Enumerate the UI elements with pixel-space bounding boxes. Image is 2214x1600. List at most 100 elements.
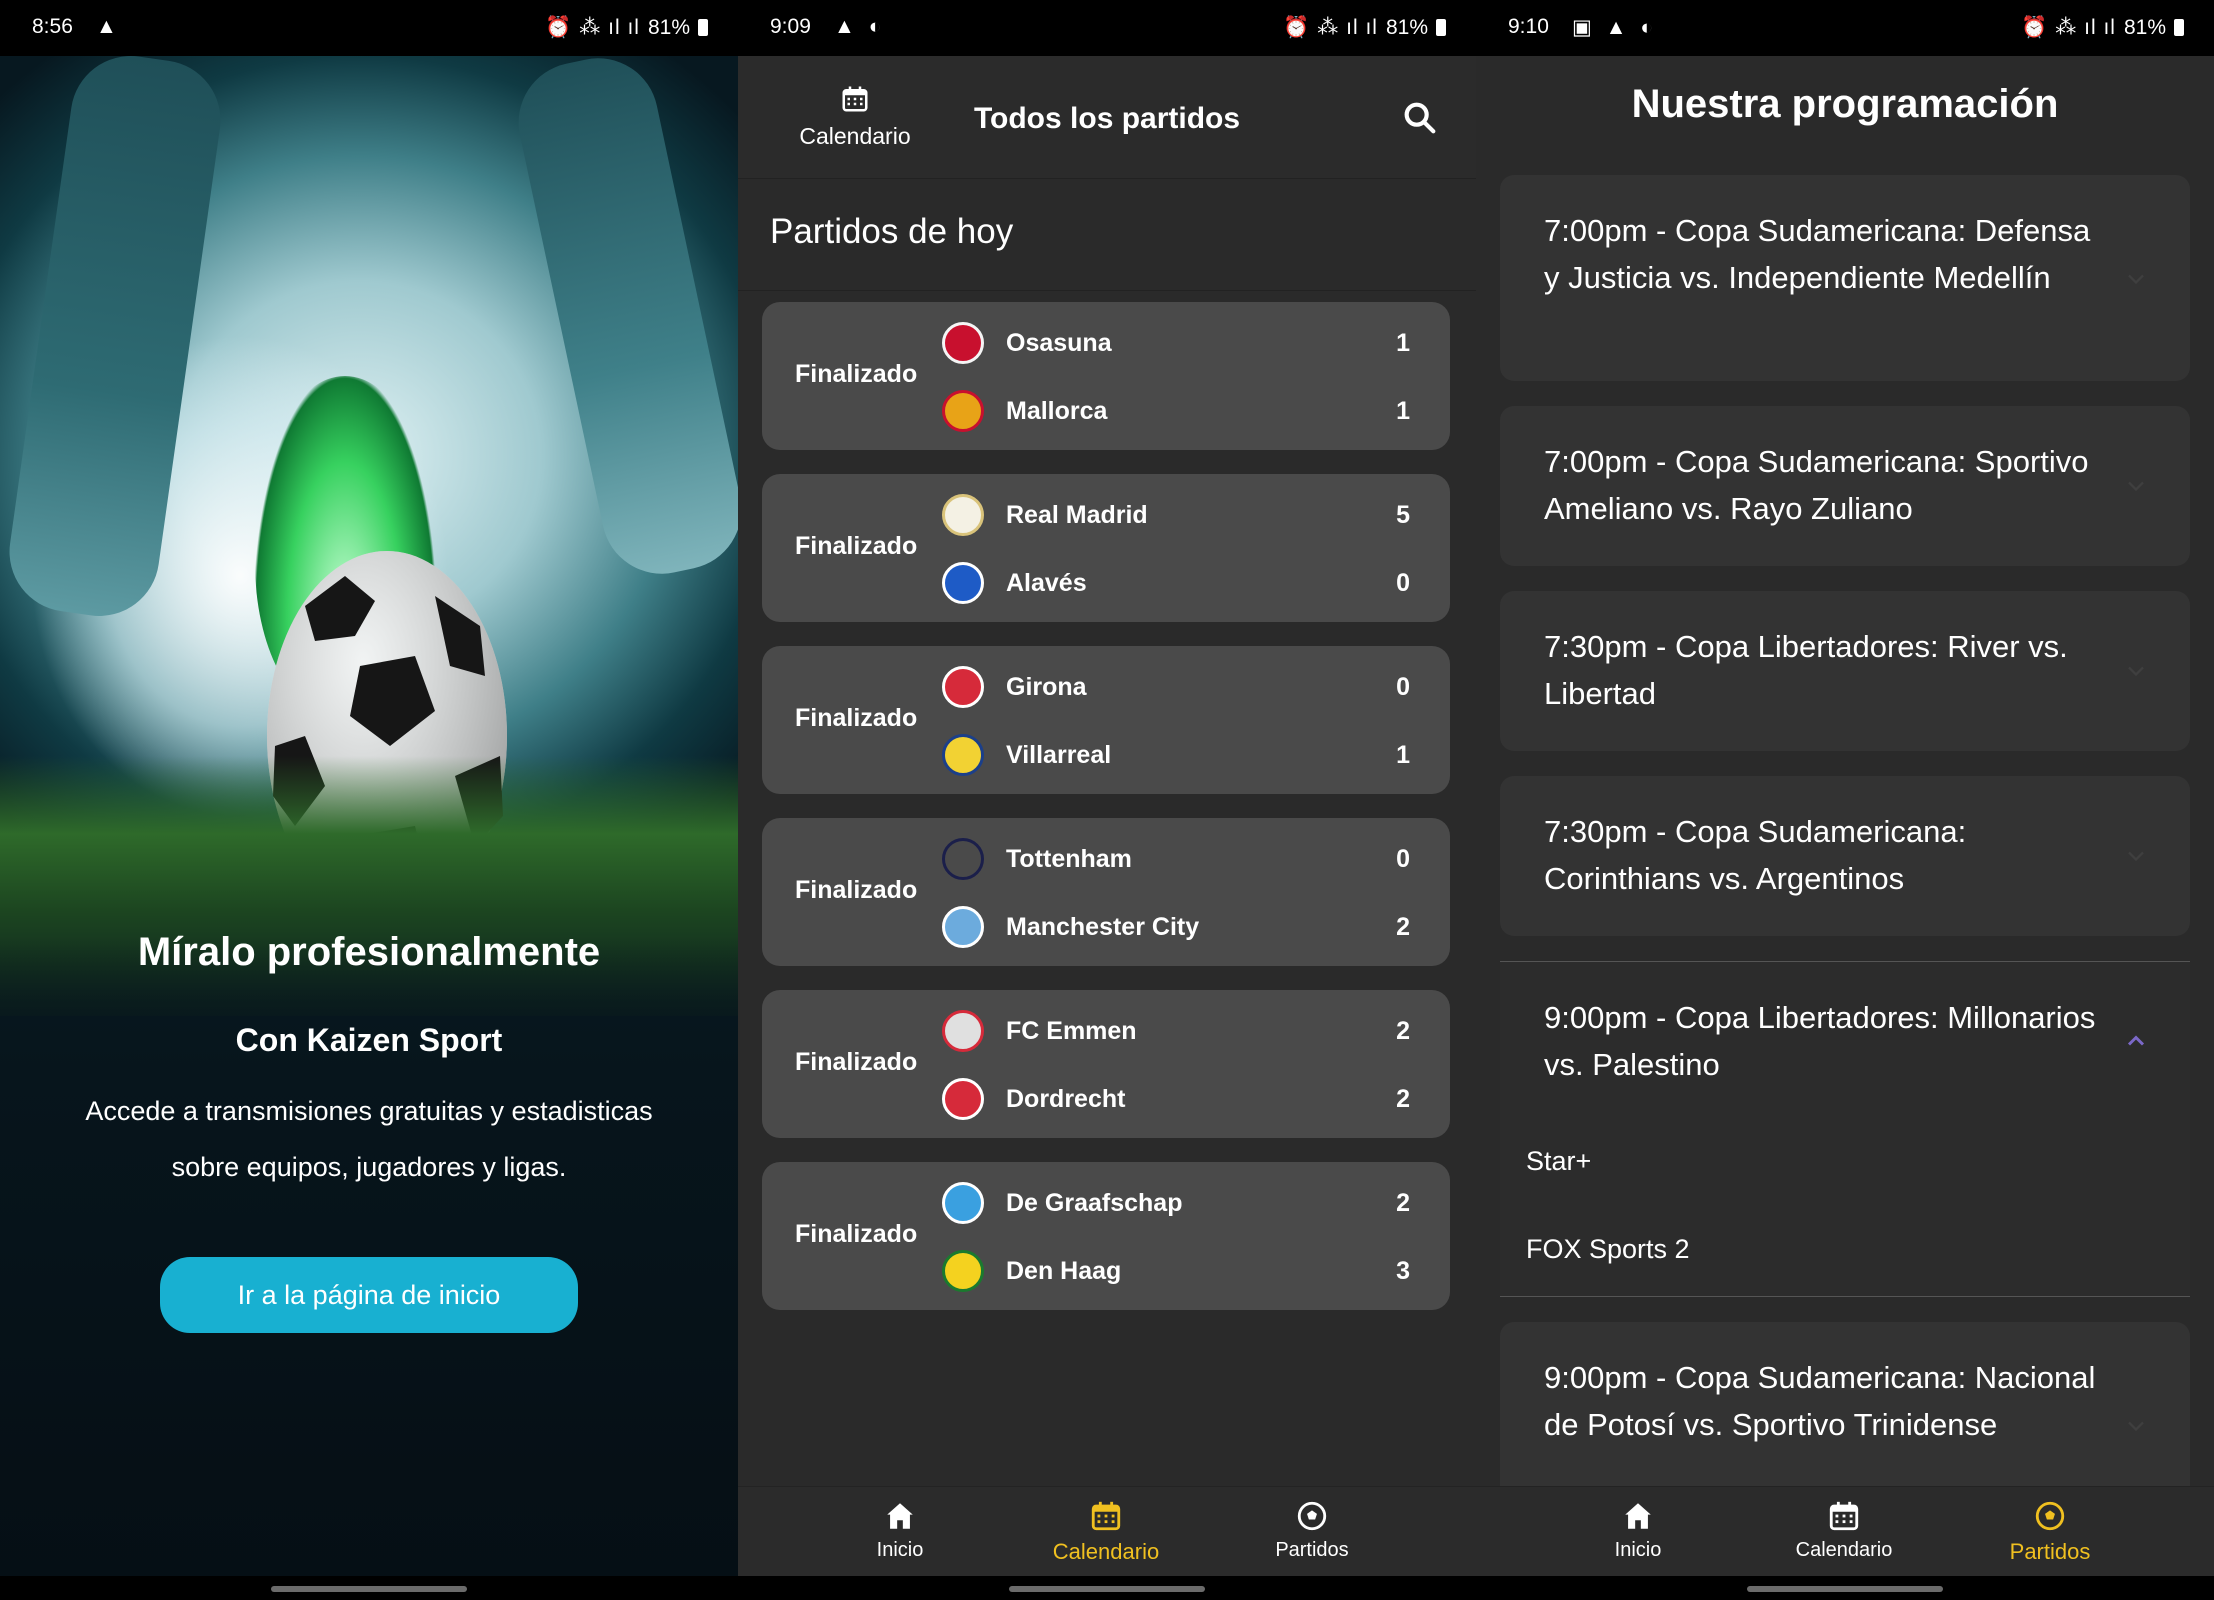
channel-item[interactable]: FOX Sports 2 xyxy=(1526,1234,1690,1265)
signal-icon: ⁂ ıl ıl xyxy=(1317,16,1378,39)
alarm-icon: ⏰ xyxy=(545,15,572,39)
nav-calendario[interactable]: Calendario xyxy=(1764,1499,1924,1562)
bottom-nav: Inicio Calendario Partidos xyxy=(738,1486,1476,1577)
team-crest-icon xyxy=(942,1010,984,1052)
calendar-label: Calendario xyxy=(799,123,911,149)
match-list: Finalizado Osasuna 1 Mallorca 1 Finalizado… xyxy=(762,302,1450,1334)
calendar-icon xyxy=(1091,1501,1121,1531)
away-team: Den Haag 3 xyxy=(942,1250,1422,1292)
home-icon xyxy=(887,1503,913,1529)
team-name: Real Madrid xyxy=(1006,501,1148,529)
team-name: Tottenham xyxy=(1006,845,1132,873)
team-score: 2 xyxy=(1396,913,1410,941)
away-team: Dordrecht 2 xyxy=(942,1078,1422,1120)
team-name: Mallorca xyxy=(1006,397,1108,425)
battery-icon xyxy=(698,19,708,36)
team-name: Den Haag xyxy=(1006,1257,1122,1285)
nav-label: Partidos xyxy=(2009,1539,2091,1564)
chevron-down-icon xyxy=(2128,1421,2144,1432)
nav-label: Inicio xyxy=(876,1539,924,1561)
home-team: Osasuna 1 xyxy=(942,322,1422,364)
home-team: De Graafschap 2 xyxy=(942,1182,1422,1224)
nav-label: Calendario xyxy=(1795,1539,1893,1561)
home-team: FC Emmen 2 xyxy=(942,1010,1422,1052)
nav-partidos[interactable]: Partidos xyxy=(1970,1499,2130,1565)
section-header: Partidos de hoy xyxy=(738,178,1476,291)
match-status: Finalizado xyxy=(795,704,918,732)
chevron-down-icon xyxy=(2128,851,2144,862)
soccer-ball-icon xyxy=(1297,1501,1327,1531)
away-team: Villarreal 1 xyxy=(942,734,1422,776)
match-status: Finalizado xyxy=(795,876,918,904)
battery-text: 81% xyxy=(2123,15,2166,39)
team-crest-icon xyxy=(942,562,984,604)
search-icon[interactable] xyxy=(1400,98,1440,138)
team-crest-icon xyxy=(942,322,984,364)
schedule-text: 9:00pm - Copa Sudamericana: Nacional de … xyxy=(1544,1360,2096,1442)
go-home-button[interactable]: Ir a la página de inicio xyxy=(160,1257,578,1333)
chevron-down-icon xyxy=(2128,481,2144,492)
notification-icons: ▲ ◐ xyxy=(834,15,886,38)
away-team: Alavés 0 xyxy=(942,562,1422,604)
home-indicator[interactable] xyxy=(1747,1586,1943,1592)
signal-icon: ⁂ ıl ıl xyxy=(579,16,640,39)
schedule-screen: 9:10 ▣ ▲ ◐ ⏰ ⁂ ıl ıl 81% Nuestra program… xyxy=(1476,0,2214,1600)
match-status: Finalizado xyxy=(795,1048,918,1076)
match-status: Finalizado xyxy=(795,360,918,388)
nav-calendario[interactable]: Calendario xyxy=(1026,1499,1186,1565)
status-bar: 9:10 ▣ ▲ ◐ ⏰ ⁂ ıl ıl 81% xyxy=(1476,0,2214,56)
calendar-button[interactable]: Calendario xyxy=(790,84,920,150)
team-crest-icon xyxy=(942,906,984,948)
notification-icons: ▣ ▲ ◐ xyxy=(1572,16,1657,39)
status-time: 8:56 xyxy=(32,15,73,38)
team-score: 2 xyxy=(1396,1189,1410,1217)
matches-screen: 9:09 ▲ ◐ ⏰ ⁂ ıl ıl 81% Calendario Todos … xyxy=(738,0,1476,1600)
match-card[interactable]: Finalizado Real Madrid 5 Alavés 0 xyxy=(762,474,1450,622)
team-score: 1 xyxy=(1396,741,1410,769)
nav-label: Inicio xyxy=(1614,1539,1662,1561)
home-indicator[interactable] xyxy=(1009,1586,1205,1592)
team-crest-icon xyxy=(942,494,984,536)
soccer-ball-icon xyxy=(2035,1501,2065,1531)
team-score: 0 xyxy=(1396,845,1410,873)
team-crest-icon xyxy=(942,734,984,776)
home-team: Tottenham 0 xyxy=(942,838,1422,880)
schedule-item[interactable]: 7:00pm - Copa Sudamericana: Sportivo Ame… xyxy=(1500,406,2190,566)
status-right: ⏰ ⁂ ıl ıl 81% xyxy=(1283,15,1446,40)
schedule-item[interactable]: 7:00pm - Copa Sudamericana: Defensa y Ju… xyxy=(1500,175,2190,381)
team-score: 0 xyxy=(1396,673,1410,701)
status-right: ⏰ ⁂ ıl ıl 81% xyxy=(545,15,708,40)
section-title: Partidos de hoy xyxy=(770,212,1014,251)
schedule-item[interactable]: 7:30pm - Copa Libertadores: River vs. Li… xyxy=(1500,591,2190,751)
nav-inicio[interactable]: Inicio xyxy=(820,1499,980,1562)
player-leg-left xyxy=(1,48,229,624)
alarm-icon: ⏰ xyxy=(2021,15,2048,39)
team-name: FC Emmen xyxy=(1006,1017,1137,1045)
team-score: 3 xyxy=(1396,1257,1410,1285)
match-status: Finalizado xyxy=(795,1220,918,1248)
match-card[interactable]: Finalizado Tottenham 0 Manchester City 2 xyxy=(762,818,1450,966)
schedule-item-expanded[interactable]: 9:00pm - Copa Libertadores: Millonarios … xyxy=(1500,961,2190,1297)
away-team: Mallorca 1 xyxy=(942,390,1422,432)
battery-icon xyxy=(2174,19,2184,36)
nav-inicio[interactable]: Inicio xyxy=(1558,1499,1718,1562)
battery-text: 81% xyxy=(647,15,690,39)
team-score: 2 xyxy=(1396,1017,1410,1045)
team-crest-icon xyxy=(942,1182,984,1224)
battery-text: 81% xyxy=(1385,15,1428,39)
channel-item[interactable]: Star+ xyxy=(1526,1146,1591,1177)
match-card[interactable]: Finalizado FC Emmen 2 Dordrecht 2 xyxy=(762,990,1450,1138)
nav-label: Calendario xyxy=(1052,1539,1160,1564)
team-score: 1 xyxy=(1396,397,1410,425)
team-score: 0 xyxy=(1396,569,1410,597)
team-name: Girona xyxy=(1006,673,1087,701)
schedule-item[interactable]: 7:30pm - Copa Sudamericana: Corinthians … xyxy=(1500,776,2190,936)
match-card[interactable]: Finalizado Osasuna 1 Mallorca 1 xyxy=(762,302,1450,450)
chevron-up-icon[interactable] xyxy=(2122,1027,2150,1055)
home-indicator[interactable] xyxy=(271,1586,467,1592)
match-card[interactable]: Finalizado De Graafschap 2 Den Haag 3 xyxy=(762,1162,1450,1310)
warning-icon: ▲ xyxy=(96,15,121,38)
match-card[interactable]: Finalizado Girona 0 Villarreal 1 xyxy=(762,646,1450,794)
nav-partidos[interactable]: Partidos xyxy=(1232,1499,1392,1562)
schedule-text: 7:00pm - Copa Sudamericana: Sportivo Ame… xyxy=(1544,444,2089,526)
